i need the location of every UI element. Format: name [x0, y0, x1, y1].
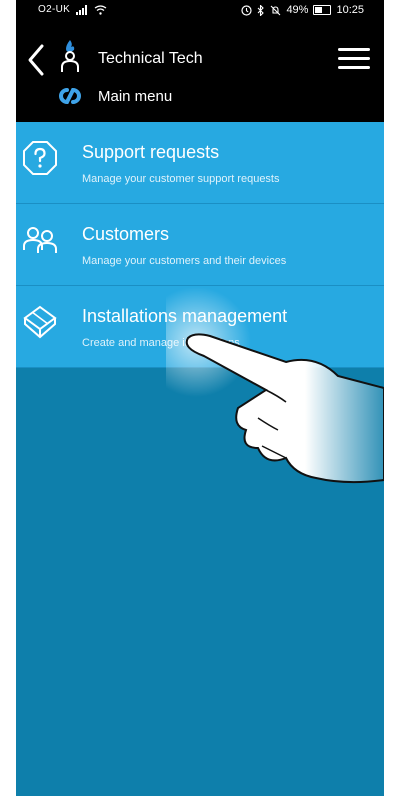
- mute-icon: [271, 5, 281, 15]
- carrier-label: O2-UK: [38, 4, 71, 15]
- hamburger-menu-button[interactable]: [338, 48, 370, 72]
- menu-item-title: Customers: [82, 224, 170, 244]
- phone-screen: O2-UK 49% 10:25 Technical Tech Main menu…: [16, 0, 384, 796]
- battery-icon: [313, 5, 332, 15]
- clock: 10:25: [336, 4, 364, 16]
- app-header: Technical Tech Main menu: [16, 22, 384, 122]
- technician-icon: [61, 40, 79, 72]
- battery-percent: 49%: [286, 4, 309, 16]
- back-button[interactable]: [24, 40, 48, 80]
- menu-line-icon: [338, 66, 370, 69]
- wifi-icon: [94, 4, 107, 15]
- menu-item-description: Manage your customer support requests: [82, 173, 280, 185]
- status-right: 49% 10:25: [241, 4, 364, 16]
- brand-logo-icon: [59, 87, 81, 105]
- main-menu-list: Support requests Manage your customer su…: [16, 122, 384, 368]
- status-left: O2-UK: [38, 4, 107, 15]
- signal-icon: [76, 4, 88, 15]
- bluetooth-icon: [258, 4, 265, 16]
- question-icon: [23, 141, 57, 175]
- menu-line-icon: [338, 48, 370, 51]
- menu-item-description: Manage your customers and their devices: [82, 255, 287, 267]
- menu-item-customers[interactable]: Customers Manage your customers and thei…: [16, 204, 384, 286]
- technician-name: Technical Tech: [98, 50, 203, 67]
- menu-item-installations-management[interactable]: Installations management Create and mana…: [16, 286, 384, 368]
- alarm-icon: [241, 4, 253, 16]
- cube-icon: [23, 305, 57, 339]
- menu-item-title: Installations management: [82, 306, 288, 326]
- menu-item-support-requests[interactable]: Support requests Manage your customer su…: [16, 122, 384, 204]
- menu-item-description: Create and manage installations: [82, 337, 240, 349]
- page-subtitle: Main menu: [98, 88, 173, 105]
- status-bar: O2-UK 49% 10:25: [16, 0, 384, 22]
- menu-item-title: Support requests: [82, 142, 220, 162]
- menu-line-icon: [338, 57, 370, 60]
- people-icon: [23, 227, 57, 253]
